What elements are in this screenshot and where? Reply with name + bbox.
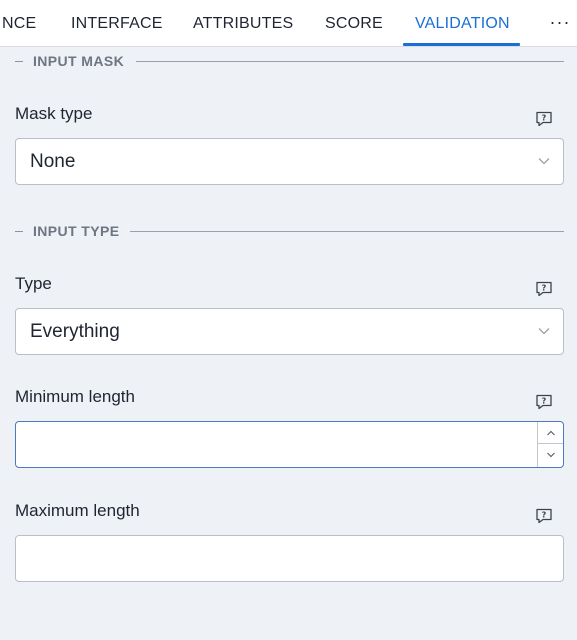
increment-button[interactable] [538, 422, 563, 444]
type-select[interactable]: Everything [15, 308, 564, 355]
maximum-length-label: Maximum length [15, 501, 140, 520]
type-label: Type [15, 274, 52, 293]
tab-appearance[interactable]: NCE [2, 0, 36, 47]
more-tabs-button[interactable]: ··· [547, 0, 573, 47]
chevron-down-icon [538, 328, 550, 335]
svg-text:?: ? [542, 284, 547, 293]
number-stepper [537, 422, 563, 467]
input-type-section-header[interactable]: INPUT TYPE [15, 221, 119, 241]
type-value: Everything [30, 321, 120, 342]
minimum-length-label: Minimum length [15, 387, 135, 406]
mask-type-value: None [30, 151, 76, 172]
chevron-down-icon [546, 452, 555, 458]
help-question-icon[interactable]: ? [535, 394, 553, 410]
tab-score[interactable]: SCORE [325, 0, 383, 47]
active-tab-indicator [403, 43, 520, 46]
decrement-button[interactable] [538, 444, 563, 466]
help-question-icon[interactable]: ? [535, 111, 553, 127]
tab-validation[interactable]: VALIDATION [415, 0, 510, 47]
chevron-up-icon [546, 430, 555, 435]
collapse-dash-icon [15, 230, 23, 232]
svg-text:?: ? [542, 511, 547, 520]
maximum-length-input[interactable] [15, 535, 564, 582]
collapse-dash-icon [15, 60, 23, 62]
minimum-length-input[interactable] [15, 421, 564, 468]
svg-text:?: ? [542, 114, 547, 123]
section-divider [130, 231, 564, 232]
svg-text:?: ? [542, 397, 547, 406]
section-divider [136, 61, 564, 62]
help-question-icon[interactable]: ? [535, 281, 553, 297]
help-question-icon[interactable]: ? [535, 508, 553, 524]
tab-interface[interactable]: INTERFACE [71, 0, 163, 47]
mask-type-label: Mask type [15, 104, 93, 123]
tab-bar: NCE INTERFACE ATTRIBUTES SCORE VALIDATIO… [0, 0, 577, 47]
chevron-down-icon [538, 158, 550, 165]
mask-type-select[interactable]: None [15, 138, 564, 185]
input-mask-section-title: INPUT MASK [33, 53, 125, 69]
input-type-section-title: INPUT TYPE [33, 223, 120, 239]
input-mask-section-header[interactable]: INPUT MASK [15, 51, 124, 71]
tab-attributes[interactable]: ATTRIBUTES [193, 0, 293, 47]
